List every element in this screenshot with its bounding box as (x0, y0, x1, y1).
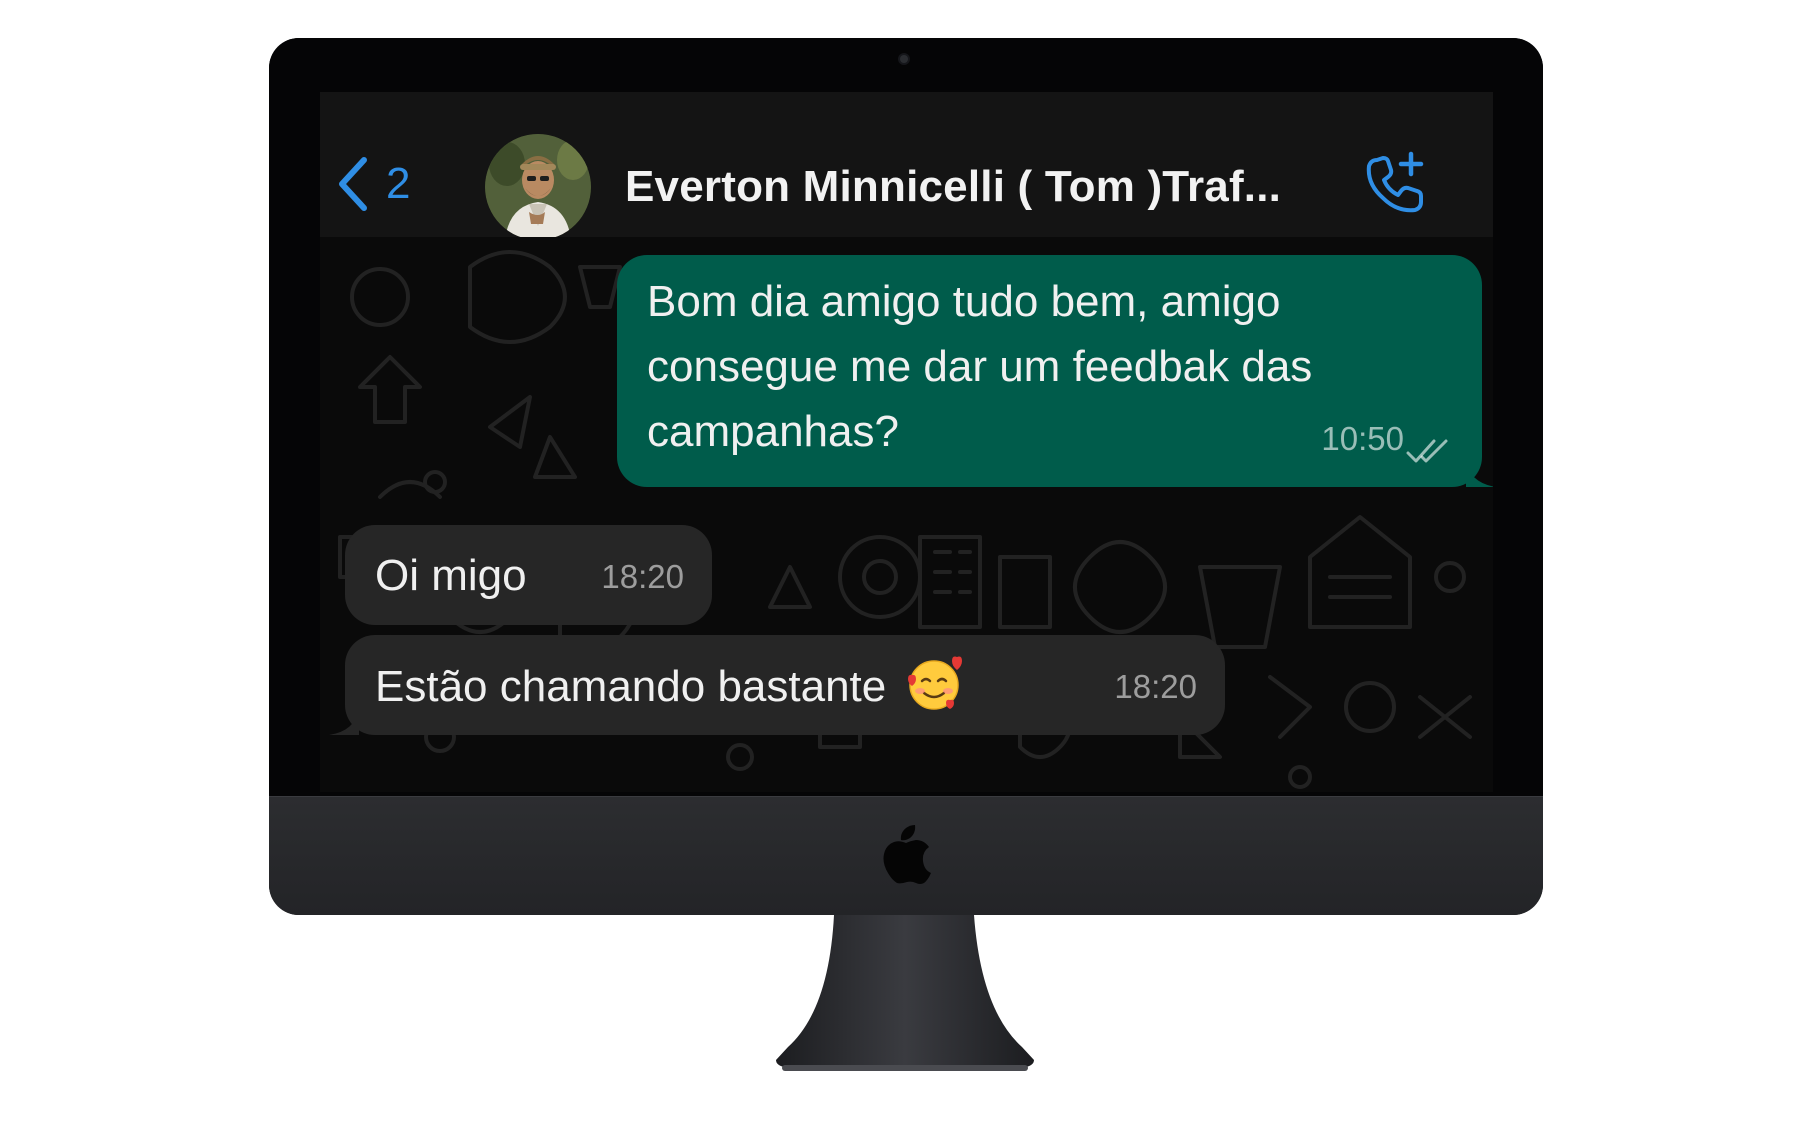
avatar-photo (485, 134, 591, 240)
message-line: campanhas? (647, 407, 899, 456)
bubble-tail (1466, 461, 1493, 487)
bubble-tail (329, 709, 359, 735)
apple-logo-icon (883, 825, 931, 884)
contact-avatar[interactable] (485, 134, 591, 240)
monitor-stand (776, 915, 1034, 1071)
chat-header: 2 Everton Minnicelli (Tom)Traf... (320, 92, 1493, 240)
message-outgoing[interactable]: Bom dia amigo tudo bem, amigo consegue m… (617, 255, 1493, 487)
smiling-face-with-hearts-icon (908, 656, 963, 710)
message-incoming[interactable]: Oi migo 18:20 (345, 525, 712, 625)
message-text: Estão chamando bastante (375, 662, 887, 711)
chat-body[interactable]: Bom dia amigo tudo bem, amigo consegue m… (320, 237, 1493, 792)
message-text: Oi migo (375, 551, 527, 600)
back-button[interactable]: 2 (334, 154, 410, 214)
message-time: 18:20 (1114, 668, 1197, 705)
message-line: Bom dia amigo tudo bem, amigo (647, 277, 1281, 326)
phone-plus-icon (1366, 151, 1424, 213)
call-button[interactable] (1363, 150, 1429, 216)
monitor-chin (269, 796, 1543, 915)
stage: 2 Everton Minnicelli (Tom)Traf... Bom … (0, 0, 1800, 1125)
chevron-left-icon (339, 157, 367, 211)
message-time: 18:20 (601, 558, 684, 595)
double-check-icon (1406, 439, 1448, 463)
imac-monitor: 2 Everton Minnicelli (Tom)Traf... Bom … (269, 38, 1543, 915)
contact-name[interactable]: Everton Minnicelli ( Tom )Traf... (625, 162, 1281, 212)
camera-icon (900, 55, 908, 63)
whatsapp-chat-screen: 2 Everton Minnicelli (Tom)Traf... Bom … (320, 92, 1493, 792)
message-line: consegue me dar um feedbak das (647, 342, 1313, 391)
unread-count: 2 (386, 159, 411, 208)
message-incoming[interactable]: Estão chamando bastante 18:20 (329, 635, 1225, 735)
message-time: 10:50 (1321, 420, 1404, 457)
